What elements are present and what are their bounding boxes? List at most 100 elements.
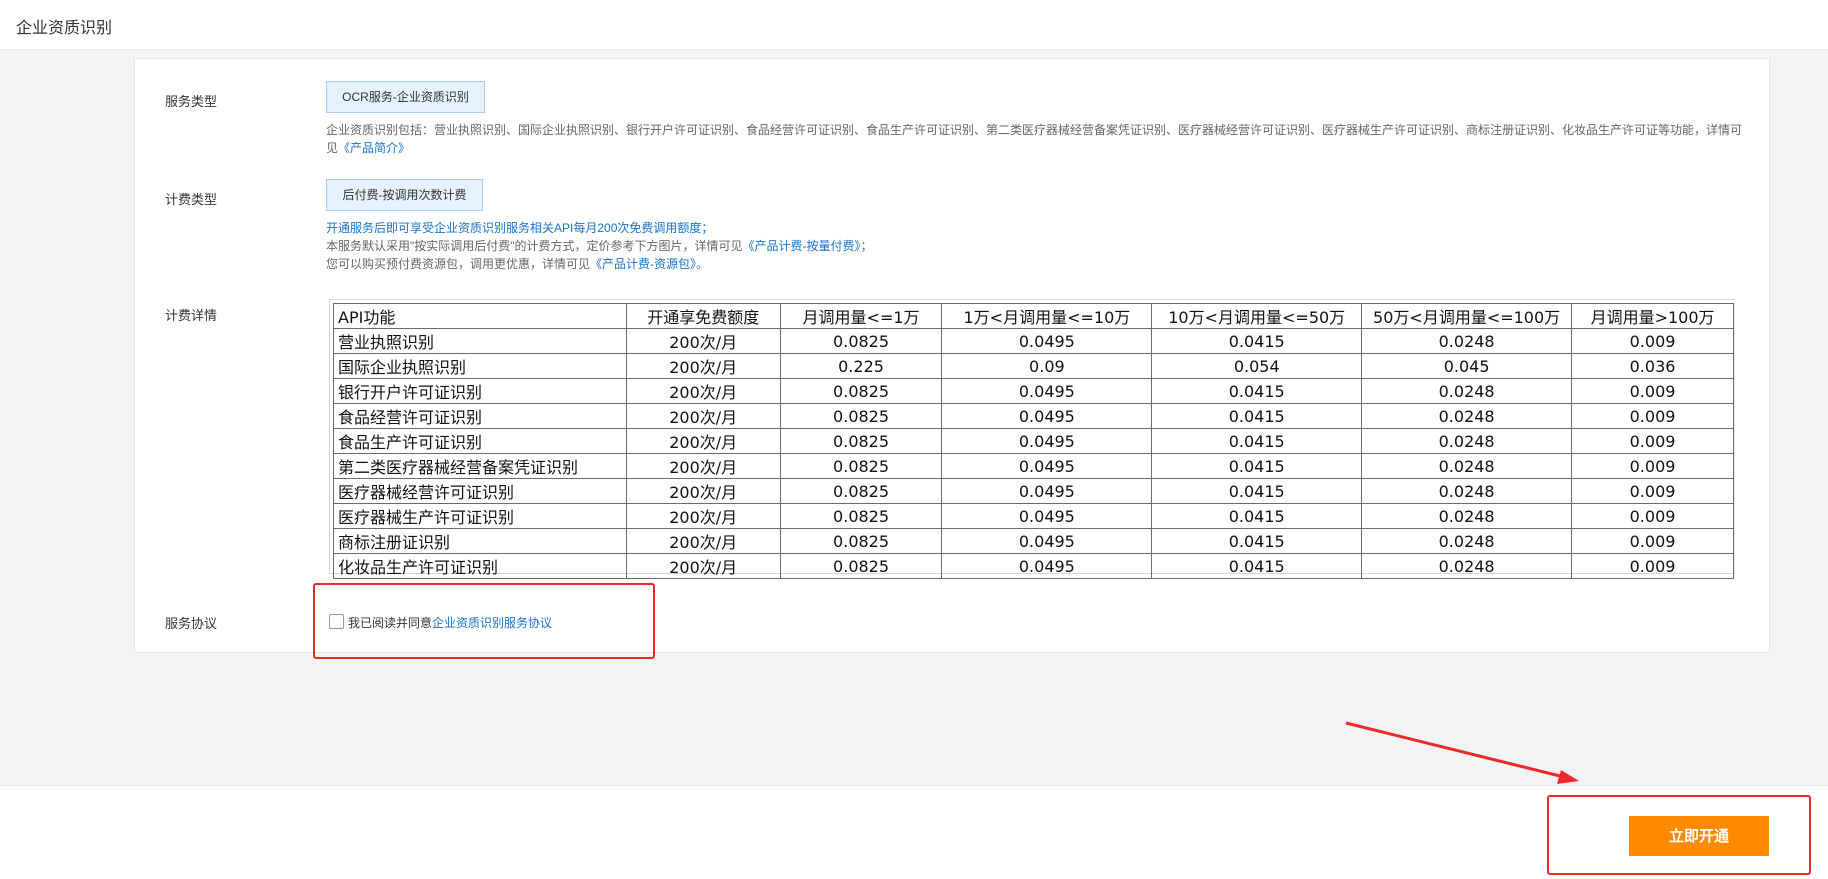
pricing-row: 第二类医疗器械经营备案凭证识别 200次/月 0.0825 0.0495 0.0415 0…	[333, 453, 1734, 479]
pricing-cell: 0.009	[1571, 453, 1734, 479]
pricing-column-header: API功能	[333, 303, 627, 329]
pricing-cell: 0.0495	[941, 553, 1153, 579]
pricing-cell: 200次/月	[625, 528, 781, 554]
pricing-row: 食品生产许可证识别 200次/月 0.0825 0.0495 0.0415 0.0248 0…	[333, 428, 1734, 454]
pricing-row: 银行开户许可证识别 200次/月 0.0825 0.0495 0.0415 0.0248 0…	[333, 378, 1734, 404]
service-type-desc-text: 企业资质识别包括：营业执照识别、国际企业执照识别、银行开户许可证识别、食品经营许…	[326, 123, 1743, 155]
pricing-cell: 0.009	[1571, 503, 1734, 529]
pricing-cell: 食品生产许可证识别	[333, 428, 627, 454]
pricing-cell: 0.009	[1571, 328, 1734, 354]
pricing-cell: 0.0495	[941, 378, 1153, 404]
pricing-cell: 化妆品生产许可证识别	[333, 553, 627, 579]
pricing-cell: 0.0248	[1361, 378, 1573, 404]
pricing-cell: 0.0495	[941, 503, 1153, 529]
pricing-row: 医疗器械生产许可证识别 200次/月 0.0825 0.0495 0.0415 0.024…	[333, 503, 1734, 529]
pricing-cell: 0.0415	[1151, 528, 1363, 554]
pricing-cell: 0.0248	[1361, 528, 1573, 554]
pricing-cell: 200次/月	[625, 553, 781, 579]
pricing-cell: 200次/月	[625, 478, 781, 504]
free-quota-note: 开通服务后即可享受企业资质识别服务相关API每月200次免费调用额度；	[326, 221, 714, 235]
pricing-cell: 医疗器械经营许可证识别	[333, 478, 627, 504]
pricing-cell: 0.0825	[779, 553, 943, 579]
pricing-cell: 0.0825	[779, 528, 943, 554]
page-header: 企业资质识别	[0, 0, 1828, 50]
pricing-cell: 0.036	[1571, 353, 1734, 379]
pricing-cell: 0.0825	[779, 453, 943, 479]
pricing-cell: 营业执照识别	[333, 328, 627, 354]
billing-type-description: 开通服务后即可享受企业资质识别服务相关API每月200次免费调用额度； 本服务默…	[326, 219, 1746, 273]
pricing-cell: 0.0495	[941, 478, 1153, 504]
pricing-cell: 0.009	[1571, 553, 1734, 579]
agreement-text: 我已阅读并同意企业资质识别服务协议	[348, 616, 553, 630]
product-intro-link[interactable]: 《产品简介》	[338, 141, 410, 155]
pricing-cell: 0.0825	[779, 403, 943, 429]
pricing-cell: 0.0415	[1151, 478, 1363, 504]
pay-as-you-go-link[interactable]: 《产品计费-按量付费》	[743, 239, 861, 253]
pricing-cell: 200次/月	[625, 328, 781, 354]
pricing-cell: 0.0495	[941, 428, 1153, 454]
agreement-label: 服务协议	[165, 616, 218, 631]
pricing-table: API功能 开通享免费额度 月调用量<=1万 1万<月调用量<=10万 10万<月调用量…	[333, 303, 1734, 579]
arrow-line	[1345, 721, 1569, 780]
service-form-card: 服务类型 OCR服务-企业资质识别 企业资质识别包括：营业执照识别、国际企业执照…	[134, 58, 1770, 653]
pricing-cell: 0.0248	[1361, 428, 1573, 454]
pricing-cell: 0.0248	[1361, 553, 1573, 579]
pricing-cell: 商标注册证识别	[333, 528, 627, 554]
pricing-cell: 0.0415	[1151, 503, 1363, 529]
service-type-description: 企业资质识别包括：营业执照识别、国际企业执照识别、银行开户许可证识别、食品经营许…	[326, 121, 1746, 157]
service-type-label: 服务类型	[165, 94, 218, 109]
pricing-cell: 0.0415	[1151, 378, 1363, 404]
pricing-column-header: 1万<月调用量<=10万	[941, 303, 1153, 329]
pricing-cell: 0.0415	[1151, 428, 1363, 454]
pricing-cell: 0.225	[779, 353, 943, 379]
service-type-option[interactable]: OCR服务-企业资质识别	[326, 81, 485, 113]
billing-detail-label: 计费详情	[165, 308, 218, 323]
pricing-cell: 医疗器械生产许可证识别	[333, 503, 627, 529]
pricing-cell: 200次/月	[625, 428, 781, 454]
pricing-cell: 0.0248	[1361, 503, 1573, 529]
pricing-cell: 200次/月	[625, 503, 781, 529]
pricing-cell: 0.0248	[1361, 403, 1573, 429]
pricing-table-image: API功能 开通享免费额度 月调用量<=1万 1万<月调用量<=10万 10万<月调用量…	[329, 299, 1735, 579]
agreement-highlight: 我已阅读并同意企业资质识别服务协议	[313, 583, 655, 659]
pricing-cell: 0.0248	[1361, 478, 1573, 504]
pricing-row: 化妆品生产许可证识别 200次/月 0.0825 0.0495 0.0415 0.0248…	[333, 553, 1734, 579]
pricing-row: 商标注册证识别 200次/月 0.0825 0.0495 0.0415 0.0248 0.0…	[333, 528, 1734, 554]
pricing-cell: 200次/月	[625, 403, 781, 429]
billing-note-line3: 您可以购买预付费资源包，调用更优惠，详情可见《产品计费-资源包》。	[326, 257, 709, 271]
pricing-cell: 0.045	[1361, 353, 1573, 379]
pricing-cell: 0.0495	[941, 328, 1153, 354]
pricing-cell: 0.054	[1151, 353, 1363, 379]
pricing-cell: 0.0495	[941, 403, 1153, 429]
pricing-cell: 银行开户许可证识别	[333, 378, 627, 404]
pricing-cell: 0.0415	[1151, 553, 1363, 579]
pricing-cell: 0.0415	[1151, 453, 1363, 479]
pricing-cell: 0.009	[1571, 528, 1734, 554]
billing-type-option[interactable]: 后付费-按调用次数计费	[326, 179, 483, 211]
pricing-column-header: 开通享免费额度	[625, 303, 781, 329]
pricing-row: 医疗器械经营许可证识别 200次/月 0.0825 0.0495 0.0415 0.024…	[333, 478, 1734, 504]
pricing-cell: 0.0825	[779, 503, 943, 529]
pricing-table-header: API功能 开通享免费额度 月调用量<=1万 1万<月调用量<=10万 10万<月调用量…	[333, 303, 1734, 329]
resource-pack-link[interactable]: 《产品计费-资源包》	[590, 257, 696, 271]
pricing-cell: 0.0825	[779, 378, 943, 404]
pricing-cell: 200次/月	[625, 453, 781, 479]
billing-note-line2: 本服务默认采用"按实际调用后付费"的计费方式，定价参考下方图片，详情可见《产品计…	[326, 239, 873, 253]
pricing-row: 食品经营许可证识别 200次/月 0.0825 0.0495 0.0415 0.0248 0…	[333, 403, 1734, 429]
pricing-cell: 0.0415	[1151, 403, 1363, 429]
pricing-cell: 食品经营许可证识别	[333, 403, 627, 429]
service-agreement-link[interactable]: 企业资质识别服务协议	[432, 616, 552, 630]
pricing-cell: 0.0825	[779, 428, 943, 454]
pricing-cell: 0.0825	[779, 328, 943, 354]
pricing-column-header: 月调用量>100万	[1571, 303, 1734, 329]
pricing-cell: 0.0825	[779, 478, 943, 504]
open-now-button[interactable]: 立即开通	[1629, 816, 1769, 856]
page-title: 企业资质识别	[16, 20, 113, 37]
billing-type-label: 计费类型	[165, 192, 218, 207]
pricing-cell: 0.0495	[941, 528, 1153, 554]
pricing-cell: 0.009	[1571, 378, 1734, 404]
agreement-checkbox[interactable]	[329, 614, 344, 629]
pricing-cell: 0.009	[1571, 428, 1734, 454]
pricing-cell: 200次/月	[625, 378, 781, 404]
pricing-column-header: 10万<月调用量<=50万	[1151, 303, 1363, 329]
